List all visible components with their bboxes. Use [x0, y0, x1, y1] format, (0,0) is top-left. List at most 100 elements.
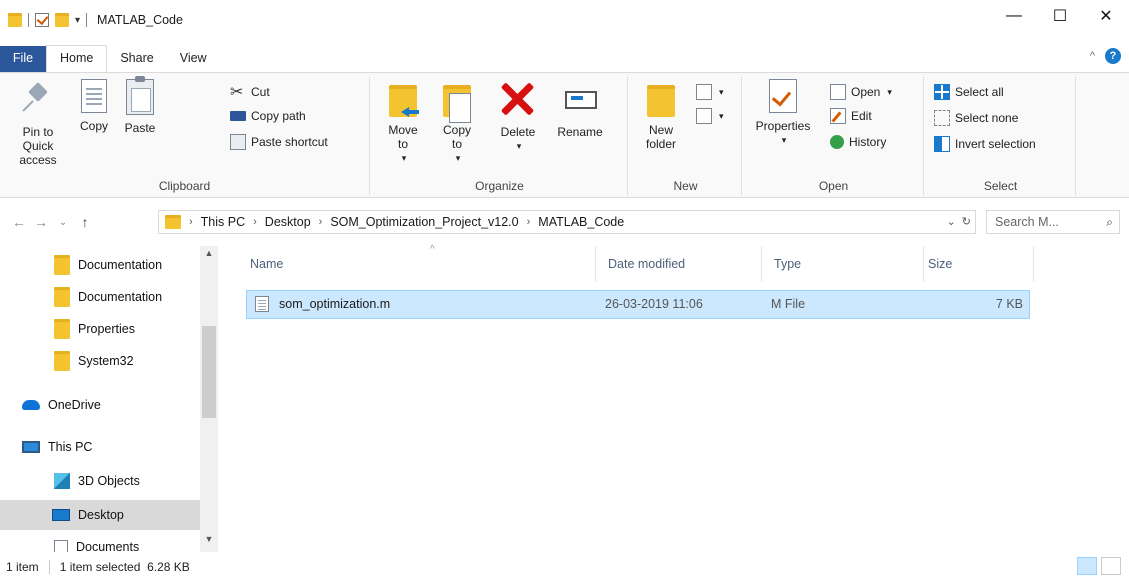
open-group-label: Open [818, 179, 849, 193]
chevron-right-icon[interactable]: › [249, 216, 261, 228]
help-icon[interactable]: ? [1105, 48, 1121, 64]
invert-selection-button[interactable]: Invert selection [934, 133, 1036, 155]
window-controls: — ☐ ✕ [991, 0, 1129, 32]
item-count: 1 item [6, 560, 39, 574]
navigation-pane: Documentation Documentation Properties S… [0, 246, 220, 552]
copy-path-icon [230, 111, 246, 121]
breadcrumb-matlab-code[interactable]: MATLAB_Code [538, 215, 624, 229]
folder-icon[interactable] [8, 13, 22, 27]
delete-icon [498, 79, 538, 119]
copy-path-button[interactable]: Copy path [230, 105, 306, 127]
column-header-size[interactable]: Size [918, 246, 1034, 282]
tab-home[interactable]: Home [46, 45, 108, 72]
chevron-right-icon[interactable]: › [185, 216, 197, 228]
customize-toolbar-icon[interactable]: ▾ [75, 15, 80, 26]
new-item-button[interactable]: ▾ [696, 81, 724, 103]
forward-arrow-icon[interactable]: → [30, 214, 52, 230]
folder-icon [54, 351, 70, 371]
separator [48, 560, 50, 574]
tab-file[interactable]: File [0, 46, 46, 72]
nav-item-label: Properties [78, 322, 135, 336]
history-button[interactable]: History [830, 131, 886, 153]
folder-icon [165, 215, 181, 229]
up-arrow-icon[interactable]: ↑ [74, 214, 96, 230]
minimize-button[interactable]: — [991, 0, 1037, 32]
rename-button[interactable]: Rename [552, 79, 608, 139]
nav-item-properties[interactable]: Properties [0, 314, 200, 344]
chevron-right-icon[interactable]: › [523, 216, 535, 228]
select-group-label: Select [983, 179, 1018, 193]
history-label: History [849, 135, 887, 149]
cut-button[interactable]: Cut [230, 81, 270, 103]
nav-item-documentation-2[interactable]: Documentation [0, 282, 200, 312]
address-bar[interactable]: › This PC › Desktop › SOM_Optimization_P… [158, 210, 976, 234]
new-folder-button[interactable]: New folder [636, 79, 686, 151]
paste-shortcut-button[interactable]: Paste shortcut [230, 131, 328, 153]
address-history-chevron-icon[interactable]: ⌄ [947, 215, 956, 228]
nav-item-label: Documentation [78, 258, 163, 272]
search-input[interactable]: Search M... ⌕ [986, 210, 1120, 234]
chevron-right-icon[interactable]: › [315, 216, 327, 228]
edit-button[interactable]: Edit [830, 105, 872, 127]
tab-share[interactable]: Share [107, 46, 166, 72]
details-view-icon[interactable] [1077, 557, 1097, 575]
column-type-label: Type [774, 257, 802, 271]
properties-button[interactable]: Properties ▾ [748, 79, 818, 147]
breadcrumb-this-pc[interactable]: This PC [201, 215, 245, 229]
copy-button[interactable]: Copy [74, 79, 114, 133]
column-header-type[interactable]: Type [764, 246, 924, 282]
move-to-button[interactable]: Move to ▾ [380, 79, 426, 165]
organize-group: Move to ▾ Copy to ▾ Delete ▾ Rename Orga… [372, 77, 628, 195]
refresh-icon[interactable]: ↻ [962, 215, 971, 228]
nav-item-documentation-1[interactable]: Documentation [0, 250, 200, 280]
scroll-up-icon[interactable]: ▲ [200, 248, 218, 264]
chevron-down-icon: ▾ [719, 110, 724, 121]
open-label: Open [851, 85, 881, 99]
large-icons-view-icon[interactable] [1101, 557, 1121, 575]
properties-icon[interactable] [35, 13, 49, 27]
nav-item-label: OneDrive [48, 398, 101, 412]
breadcrumb-desktop[interactable]: Desktop [265, 215, 311, 229]
paste-button[interactable]: Paste [120, 76, 160, 135]
breadcrumb-project[interactable]: SOM_Optimization_Project_v12.0 [330, 215, 518, 229]
column-header-name[interactable]: Name ^ [240, 244, 596, 282]
nav-item-this-pc[interactable]: This PC [0, 432, 200, 462]
pin-label: Pin to Quick access [19, 125, 57, 167]
column-header-date[interactable]: Date modified [598, 246, 762, 282]
nav-item-documents[interactable]: Documents [0, 532, 200, 552]
close-button[interactable]: ✕ [1083, 0, 1129, 32]
view-toggle [1077, 557, 1121, 575]
folder-icon [54, 287, 70, 307]
computer-icon [22, 441, 40, 453]
table-row[interactable]: som_optimization.m 26-03-2019 11:06 M Fi… [246, 290, 1030, 319]
scroll-down-icon[interactable]: ▼ [200, 534, 218, 550]
easy-access-button[interactable]: ▾ [696, 105, 724, 127]
nav-item-3d-objects[interactable]: 3D Objects [0, 466, 200, 496]
nav-item-onedrive[interactable]: OneDrive [0, 390, 200, 420]
scrollbar-thumb[interactable] [202, 326, 216, 418]
collapse-ribbon-icon[interactable]: ^ [1090, 50, 1095, 62]
open-button[interactable]: Open ▾ [830, 81, 892, 103]
nav-item-desktop[interactable]: Desktop [0, 500, 200, 530]
search-icon[interactable]: ⌕ [1106, 211, 1113, 233]
nav-item-system32[interactable]: System32 [0, 346, 200, 376]
copy-to-button[interactable]: Copy to ▾ [434, 79, 480, 165]
chevron-down-icon: ▾ [781, 135, 787, 145]
delete-label: Delete [500, 125, 536, 139]
delete-button[interactable]: Delete ▾ [494, 79, 542, 153]
nav-pane-scrollbar[interactable]: ▲ ▼ [200, 246, 218, 552]
organize-group-label: Organize [475, 179, 524, 193]
back-arrow-icon[interactable]: ← [8, 214, 30, 230]
recent-locations-chevron-icon[interactable]: ⌄ [52, 217, 74, 228]
tab-view[interactable]: View [167, 46, 220, 72]
select-none-button[interactable]: Select none [934, 107, 1018, 129]
maximize-button[interactable]: ☐ [1037, 0, 1083, 32]
pin-to-quick-access-button[interactable]: Pin to Quick access [6, 79, 70, 167]
select-all-button[interactable]: Select all [934, 81, 1004, 103]
new-folder-icon[interactable] [55, 13, 69, 27]
cut-label: Cut [251, 85, 270, 99]
ribbon-right-controls: ^ ? [1090, 48, 1121, 64]
paste-shortcut-label: Paste shortcut [251, 135, 328, 149]
paste-label: Paste [124, 121, 156, 135]
file-type: M File [771, 297, 806, 311]
